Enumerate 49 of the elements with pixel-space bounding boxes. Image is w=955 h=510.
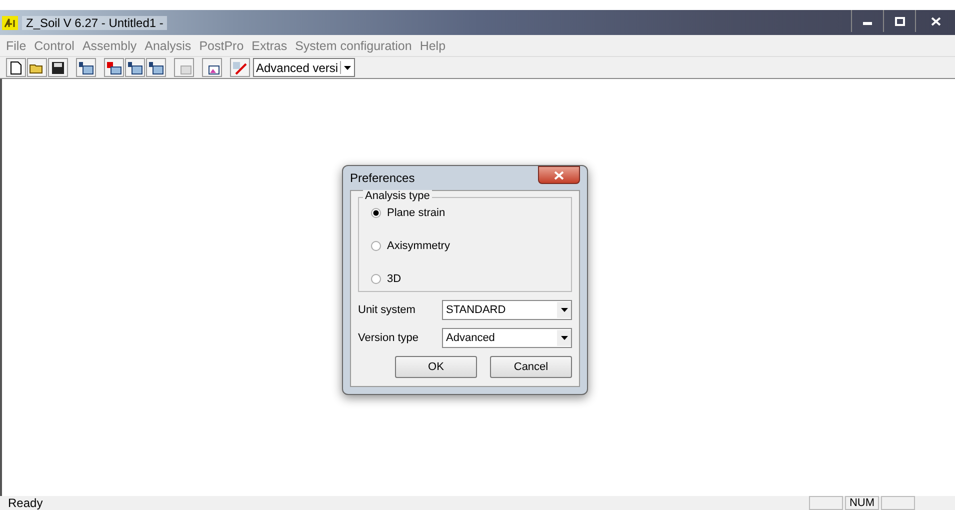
menu-item[interactable]: File <box>6 38 26 52</box>
close-icon <box>554 170 564 180</box>
dropdown-arrow-icon <box>560 335 568 341</box>
cancel-button[interactable]: Cancel <box>490 356 572 378</box>
toolbar-button[interactable] <box>125 58 145 77</box>
sheet-icon <box>148 60 164 74</box>
marked-sheet-icon <box>106 60 122 74</box>
new-file-icon <box>8 60 24 74</box>
dropdown[interactable]: Advanced <box>442 328 572 348</box>
menu-item[interactable]: PostPro <box>199 38 244 52</box>
menu-item[interactable]: Help <box>420 38 446 52</box>
toolbar-button[interactable] <box>48 58 68 77</box>
toolbar-button[interactable] <box>104 58 124 77</box>
dropdown-arrow-icon <box>560 307 568 313</box>
version-dropdown[interactable]: Advanced versi <box>253 58 356 77</box>
slashed-sheet-icon <box>232 60 248 74</box>
dialog-title: Preferences <box>350 171 415 185</box>
radio-button[interactable] <box>371 208 381 218</box>
toolbar-button[interactable] <box>6 58 26 77</box>
radio-label: 3D <box>387 273 402 285</box>
status-indicator: NUM <box>845 496 879 510</box>
menu-item[interactable]: Extras <box>252 38 288 52</box>
radio-label: Plane strain <box>387 207 446 219</box>
radio-button[interactable] <box>371 274 381 284</box>
window-title: Z_Soil V 6.27 - Untitled1 - <box>22 16 168 30</box>
close-button[interactable] <box>538 166 580 184</box>
maximize-icon <box>894 16 904 26</box>
field-label: Unit system <box>358 304 416 316</box>
menu-item[interactable]: Analysis <box>144 38 192 52</box>
radio-label: Axisymmetry <box>387 240 450 252</box>
toolbar-button[interactable] <box>146 58 166 77</box>
group-label: Analysis type <box>363 190 432 202</box>
status-panel <box>809 496 843 510</box>
close-icon <box>930 16 940 26</box>
radio-button[interactable] <box>371 241 381 251</box>
field-label: Version type <box>358 332 420 344</box>
dropdown[interactable]: STANDARD <box>442 300 572 320</box>
toolbar-button[interactable] <box>76 58 96 77</box>
app-logo-icon <box>2 16 18 30</box>
toolbar-button[interactable] <box>27 58 47 77</box>
menu-item[interactable]: System configuration <box>295 38 412 52</box>
status-text: Ready <box>7 497 43 510</box>
status-panel <box>881 496 915 510</box>
menu-item[interactable]: Control <box>34 38 74 52</box>
sheet-icon <box>78 60 94 74</box>
ok-button[interactable]: OK <box>395 356 477 378</box>
sheet-icon <box>127 60 143 74</box>
toolbar-button[interactable] <box>202 58 222 77</box>
menu-item[interactable]: Assembly <box>82 38 137 52</box>
